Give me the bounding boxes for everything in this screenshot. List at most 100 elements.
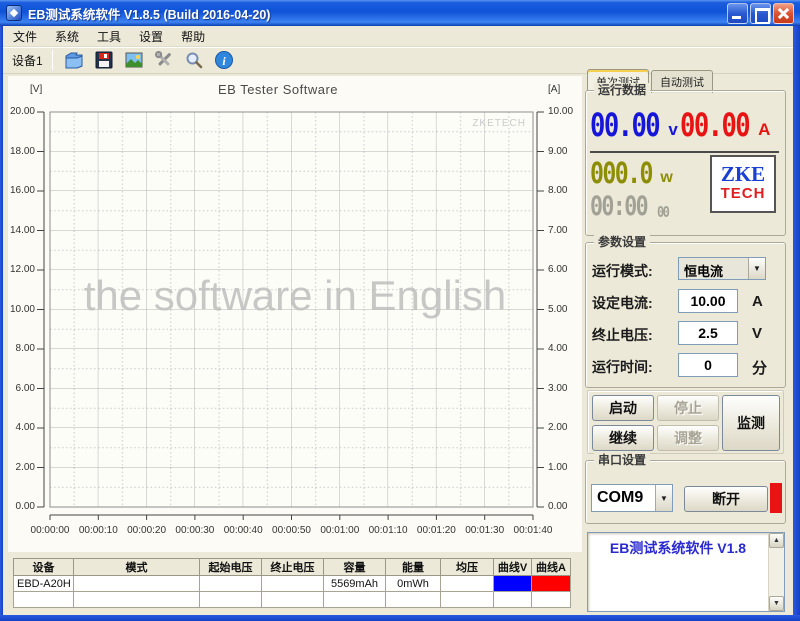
curve-a-cell bbox=[532, 576, 571, 592]
y-axis-label: 20.00 bbox=[8, 105, 35, 118]
window-border bbox=[0, 26, 3, 621]
disconnect-button[interactable]: 断开 bbox=[684, 486, 768, 512]
watermark-overlay: the software in English bbox=[8, 272, 582, 320]
menu-bar: 文件 系统 工具 设置 帮助 bbox=[0, 26, 800, 47]
y-axis-label: 2.00 bbox=[8, 461, 35, 474]
monitor-button[interactable]: 监测 bbox=[722, 395, 780, 451]
app-icon bbox=[6, 5, 22, 21]
app-window: EB测试系统软件 V1.8.5 (Build 2016-04-20) 文件 系统… bbox=[0, 0, 800, 621]
table-cell bbox=[441, 576, 494, 592]
menu-help[interactable]: 帮助 bbox=[172, 26, 214, 47]
mode-select[interactable]: 恒电流 ▼ bbox=[678, 257, 766, 280]
set-current-unit: A bbox=[752, 293, 763, 310]
table-cell bbox=[441, 592, 494, 608]
image-icon[interactable] bbox=[123, 49, 145, 71]
table-header-cell: 终止电压 bbox=[262, 559, 324, 576]
table-cell bbox=[494, 592, 532, 608]
power-unit: w bbox=[660, 169, 672, 187]
log-listbox[interactable]: EB测试系统软件 V1.8 ▲ ▼ bbox=[587, 532, 785, 612]
stop-button[interactable]: 停止 bbox=[657, 395, 719, 421]
logo-line1: ZKE bbox=[712, 163, 774, 185]
table-header-cell: 曲线V bbox=[494, 559, 532, 576]
control-panel: 单次测试 自动测试 运行数据 00.00 v 00.00 A 000.0 w 0… bbox=[585, 70, 793, 615]
y-axis-label: 10.00 bbox=[8, 303, 35, 316]
table-header-cell: 曲线A bbox=[532, 559, 571, 576]
minimize-button[interactable] bbox=[727, 3, 748, 24]
title-bar: EB测试系统软件 V1.8.5 (Build 2016-04-20) bbox=[0, 0, 800, 26]
y-axis-label: 8.00 bbox=[548, 184, 582, 197]
y-axis-label: 4.00 bbox=[8, 421, 35, 434]
window-border bbox=[0, 615, 800, 621]
menu-settings[interactable]: 设置 bbox=[130, 26, 172, 47]
watermark-corner: ZKETECH bbox=[338, 118, 526, 129]
y-axis-label: 5.00 bbox=[548, 303, 582, 316]
table-header-row: 设备模式起始电压终止电压容量能量均压曲线V曲线A bbox=[14, 559, 571, 576]
y-axis-label: 10.00 bbox=[548, 105, 582, 118]
window-title: EB测试系统软件 V1.8.5 (Build 2016-04-20) bbox=[28, 4, 270, 23]
table-cell bbox=[200, 592, 262, 608]
table-cell bbox=[262, 576, 324, 592]
info-icon[interactable]: i bbox=[213, 49, 235, 71]
menu-file[interactable]: 文件 bbox=[4, 26, 46, 47]
table-cell bbox=[262, 592, 324, 608]
y-axis-label: 12.00 bbox=[8, 263, 35, 276]
cutoff-voltage-unit: V bbox=[752, 325, 762, 342]
tools-icon[interactable] bbox=[153, 49, 175, 71]
y-axis-label: 18.00 bbox=[8, 145, 35, 158]
mode-value: 恒电流 bbox=[679, 258, 748, 279]
current-unit: A bbox=[758, 120, 770, 140]
logo-line2: TECH bbox=[712, 185, 774, 203]
set-current-field[interactable] bbox=[678, 289, 738, 313]
menu-tools[interactable]: 工具 bbox=[88, 26, 130, 47]
y-axis-label: 6.00 bbox=[8, 382, 35, 395]
chevron-down-icon[interactable]: ▼ bbox=[748, 258, 765, 279]
table-cell: 5569mAh bbox=[324, 576, 386, 592]
y-axis-label: 6.00 bbox=[548, 263, 582, 276]
scroll-down-icon[interactable]: ▼ bbox=[769, 596, 784, 611]
action-buttons-frame: 启动 停止 监测 继续 调整 bbox=[587, 390, 784, 454]
current-display: 00.00 bbox=[680, 109, 749, 141]
y-axis-label: 7.00 bbox=[548, 224, 582, 237]
maximize-button[interactable] bbox=[750, 3, 771, 24]
voltage-display: 00.00 bbox=[590, 109, 659, 141]
chevron-down-icon[interactable]: ▼ bbox=[655, 485, 672, 511]
params-label: 参数设置 bbox=[594, 235, 650, 250]
table-row[interactable] bbox=[14, 592, 571, 608]
results-table: 设备模式起始电压终止电压容量能量均压曲线V曲线A EBD-A20H5569mAh… bbox=[13, 558, 571, 608]
log-scrollbar[interactable]: ▲ ▼ bbox=[768, 533, 784, 611]
table-cell bbox=[324, 592, 386, 608]
y-axis-label: 0.00 bbox=[548, 500, 582, 513]
folder-icon[interactable] bbox=[63, 49, 85, 71]
y-axis-label: 4.00 bbox=[548, 342, 582, 355]
scroll-up-icon[interactable]: ▲ bbox=[769, 533, 784, 548]
log-text: EB测试系统软件 V1.8 bbox=[588, 538, 784, 558]
close-button[interactable] bbox=[773, 3, 794, 24]
table-row[interactable]: EBD-A20H5569mAh0mWh bbox=[14, 576, 571, 592]
zketech-logo: ZKE TECH bbox=[710, 155, 776, 213]
start-button[interactable]: 启动 bbox=[592, 395, 654, 421]
save-icon[interactable] bbox=[93, 49, 115, 71]
time-display: 00:00 bbox=[590, 193, 647, 220]
device-selector[interactable]: 设备1 bbox=[5, 48, 50, 73]
table-header-cell: 能量 bbox=[386, 559, 441, 576]
com-port-select[interactable]: COM9 ▼ bbox=[591, 484, 673, 512]
run-time-field[interactable] bbox=[678, 353, 738, 377]
adjust-button[interactable]: 调整 bbox=[657, 425, 719, 451]
table-cell bbox=[14, 592, 74, 608]
table-header-cell: 模式 bbox=[74, 559, 200, 576]
chart-area: EB Tester Software [V] [A] ZKETECH the s… bbox=[8, 76, 582, 552]
table-cell bbox=[532, 592, 571, 608]
search-icon[interactable] bbox=[183, 49, 205, 71]
run-time-label: 运行时间: bbox=[592, 357, 653, 377]
params-group: 参数设置 运行模式: 恒电流 ▼ 设定电流: A 终止电压: V 运行时间: bbox=[585, 242, 786, 388]
table-cell bbox=[386, 592, 441, 608]
cutoff-voltage-label: 终止电压: bbox=[592, 325, 653, 345]
y-axis-label: 0.00 bbox=[8, 500, 35, 513]
table-header-cell: 起始电压 bbox=[200, 559, 262, 576]
window-border bbox=[793, 26, 800, 621]
cutoff-voltage-field[interactable] bbox=[678, 321, 738, 345]
display-divider bbox=[590, 151, 779, 153]
toolbar-separator bbox=[52, 50, 53, 70]
resume-button[interactable]: 继续 bbox=[592, 425, 654, 451]
menu-system[interactable]: 系统 bbox=[46, 26, 88, 47]
